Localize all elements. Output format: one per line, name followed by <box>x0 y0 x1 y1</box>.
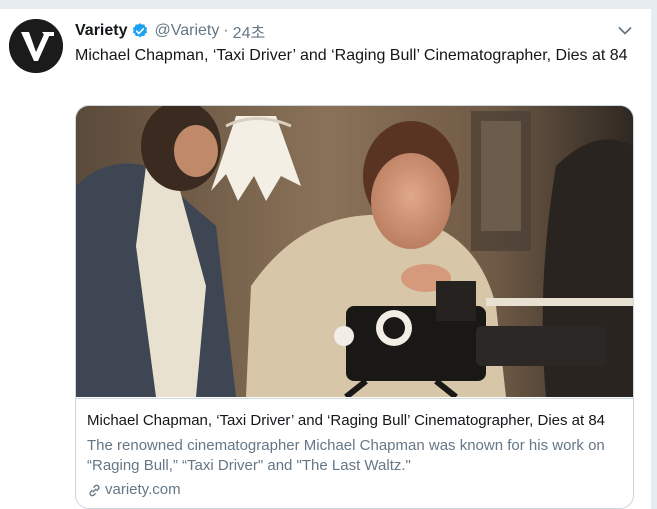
timestamp[interactable]: 24초 <box>233 19 266 43</box>
card-domain-label: variety.com <box>105 481 181 498</box>
avatar[interactable] <box>9 19 63 73</box>
tweet-text: Michael Chapman, ‘Taxi Driver’ and ‘Ragi… <box>75 47 628 64</box>
card-description: The renowned cinematographer Michael Cha… <box>87 437 605 474</box>
link-card[interactable]: Michael Chapman, ‘Taxi Driver’ and ‘Ragi… <box>75 105 634 509</box>
variety-logo <box>9 19 63 73</box>
separator-dot: · <box>223 22 229 39</box>
chevron-down-icon[interactable] <box>617 23 633 39</box>
tweet-header: Variety @Variety · 24초 <box>75 20 265 42</box>
card-image[interactable] <box>76 106 633 397</box>
card-body[interactable]: Michael Chapman, ‘Taxi Driver’ and ‘Ragi… <box>76 398 633 508</box>
cinematographer-photo <box>76 106 633 397</box>
verified-badge-icon <box>133 23 148 38</box>
card-title: Michael Chapman, ‘Taxi Driver’ and ‘Ragi… <box>87 412 606 429</box>
tweet[interactable]: Variety @Variety · 24초 Michael Chapman, … <box>0 8 651 509</box>
card-domain[interactable]: variety.com <box>87 480 181 500</box>
author-handle[interactable]: @Variety <box>154 22 219 40</box>
link-icon <box>89 484 100 496</box>
author-name[interactable]: Variety <box>75 22 127 40</box>
